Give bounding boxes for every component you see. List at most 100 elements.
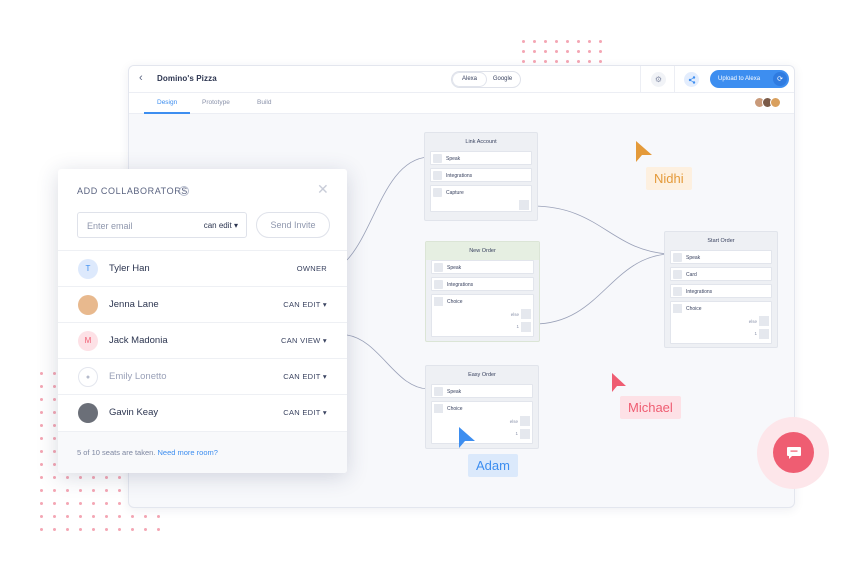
step-icon — [673, 253, 682, 262]
port-handle[interactable] — [521, 322, 531, 332]
need-more-room-link[interactable]: Need more room? — [157, 448, 217, 457]
port-handle[interactable] — [519, 200, 529, 210]
email-field[interactable]: Enter email can edit ▾ — [77, 212, 247, 238]
avatar: T — [78, 259, 98, 279]
block-new-order[interactable]: New Order Speak Integrations Choice else… — [425, 241, 540, 342]
step-label: Integrations — [447, 282, 474, 288]
platform-alexa[interactable]: Alexa — [453, 73, 486, 86]
member-name: Jack Madonia — [109, 335, 168, 346]
block-row[interactable]: Speak — [431, 260, 534, 274]
role-select[interactable]: CAN EDIT ▾ — [283, 408, 327, 417]
step-label: Integrations — [446, 173, 473, 179]
member-row: M Jack Madonia CAN VIEW ▾ — [58, 322, 347, 358]
tab-design[interactable]: Design — [157, 99, 177, 106]
step-icon — [434, 263, 443, 272]
divider — [640, 66, 641, 93]
avatar — [78, 295, 98, 315]
cursor-nidhi-icon — [636, 141, 652, 162]
block-row[interactable]: Integrations — [670, 284, 772, 298]
step-icon — [673, 287, 682, 296]
role-select[interactable]: CAN VIEW ▾ — [281, 336, 327, 345]
block-row[interactable]: Card — [670, 267, 772, 281]
email-placeholder: Enter email — [87, 221, 133, 231]
port-handle[interactable] — [520, 416, 530, 426]
permission-value: can edit — [203, 221, 232, 230]
block-title: Easy Order — [468, 372, 496, 378]
permission-select[interactable]: can edit ▾ — [204, 221, 238, 230]
block-row[interactable]: Speak — [430, 151, 532, 165]
member-row: ● Emily Lonetto CAN EDIT ▾ — [58, 358, 347, 394]
block-start-order[interactable]: Start Order Speak Card Integrations Choi… — [664, 231, 778, 348]
role-select[interactable]: CAN EDIT ▾ — [283, 300, 327, 309]
chat-icon — [786, 446, 801, 459]
member-role: CAN VIEW — [281, 336, 321, 345]
chevron-down-icon: ▾ — [322, 408, 327, 417]
collaborator-avatars[interactable] — [754, 97, 781, 108]
member-row: T Tyler Han OWNER — [58, 250, 347, 286]
block-title: New Order — [426, 242, 539, 260]
seats-info: 5 of 10 seats are taken. Need more room? — [77, 448, 218, 457]
step-label: Speak — [447, 265, 462, 271]
choice-option: 1 — [754, 331, 757, 336]
member-name: Tyler Han — [109, 263, 150, 274]
port-handle[interactable] — [759, 316, 769, 326]
cursor-michael-icon — [612, 373, 626, 392]
project-title: Domino's Pizza — [157, 74, 217, 83]
upload-button[interactable]: Upload to Alexa ⟳ — [710, 70, 789, 88]
block-title: Start Order — [707, 238, 735, 244]
block-title: Link Account — [465, 139, 497, 145]
dot-pattern-top — [522, 40, 602, 63]
close-icon[interactable]: ✕ — [317, 181, 329, 198]
platform-toggle[interactable]: Alexa Google — [451, 71, 521, 88]
seats-text: of 10 seats are taken. — [81, 448, 156, 457]
choice-option: 1 — [515, 431, 518, 436]
member-name: Jenna Lane — [109, 299, 159, 310]
block-link-account[interactable]: Link Account Speak Integrations Capture — [424, 132, 538, 221]
step-icon — [433, 171, 442, 180]
chevron-down-icon: ▾ — [322, 372, 327, 381]
chevron-down-icon: ▾ — [322, 336, 327, 345]
block-row[interactable]: Speak — [431, 384, 533, 398]
choice-option: else — [510, 312, 519, 317]
share-icon[interactable] — [684, 72, 699, 87]
choice-option: 1 — [516, 324, 519, 329]
refresh-icon[interactable]: ⟳ — [773, 72, 787, 86]
cursor-label-adam: Adam — [468, 454, 518, 477]
choice-step[interactable]: Choice else 1 — [431, 294, 534, 337]
step-icon — [433, 154, 442, 163]
send-invite-button[interactable]: Send Invite — [256, 212, 330, 238]
avatar — [78, 403, 98, 423]
block-row[interactable]: Speak — [670, 250, 772, 264]
block-row[interactable]: Capture — [430, 185, 532, 212]
port-handle[interactable] — [520, 429, 530, 439]
role-select[interactable]: CAN EDIT ▾ — [283, 372, 327, 381]
add-collaborators-panel: ADD COLLABORATORS i ✕ Enter email can ed… — [58, 169, 347, 473]
member-role: CAN EDIT — [283, 408, 321, 417]
member-role: CAN EDIT — [283, 300, 321, 309]
tab-prototype[interactable]: Prototype — [202, 99, 230, 106]
back-arrow-icon[interactable]: ‹ — [139, 72, 143, 84]
port-handle[interactable] — [521, 309, 531, 319]
step-label: Choice — [447, 299, 463, 305]
choice-option: else — [748, 319, 757, 324]
info-icon[interactable]: i — [179, 186, 189, 196]
pending-user-icon: ● — [78, 367, 98, 387]
step-icon — [434, 404, 443, 413]
choice-step[interactable]: Choice else 1 — [670, 301, 772, 344]
block-easy-order[interactable]: Easy Order Speak Choice else 1 — [425, 365, 539, 449]
choice-step[interactable]: Choice else 1 — [431, 401, 533, 444]
block-row[interactable]: Integrations — [431, 277, 534, 291]
step-label: Capture — [446, 190, 464, 196]
platform-google[interactable]: Google — [486, 73, 519, 86]
member-role: OWNER — [296, 264, 327, 273]
cursor-label-nidhi: Nidhi — [646, 167, 692, 190]
chat-button[interactable] — [773, 432, 814, 473]
tab-bar: Design Prototype Build — [129, 93, 794, 114]
settings-gear-icon[interactable]: ⚙ — [651, 72, 666, 87]
tab-build[interactable]: Build — [257, 99, 271, 106]
port-handle[interactable] — [759, 329, 769, 339]
member-row: Jenna Lane CAN EDIT ▾ — [58, 286, 347, 322]
step-icon — [433, 188, 442, 197]
block-row[interactable]: Integrations — [430, 168, 532, 182]
step-icon — [673, 304, 682, 313]
